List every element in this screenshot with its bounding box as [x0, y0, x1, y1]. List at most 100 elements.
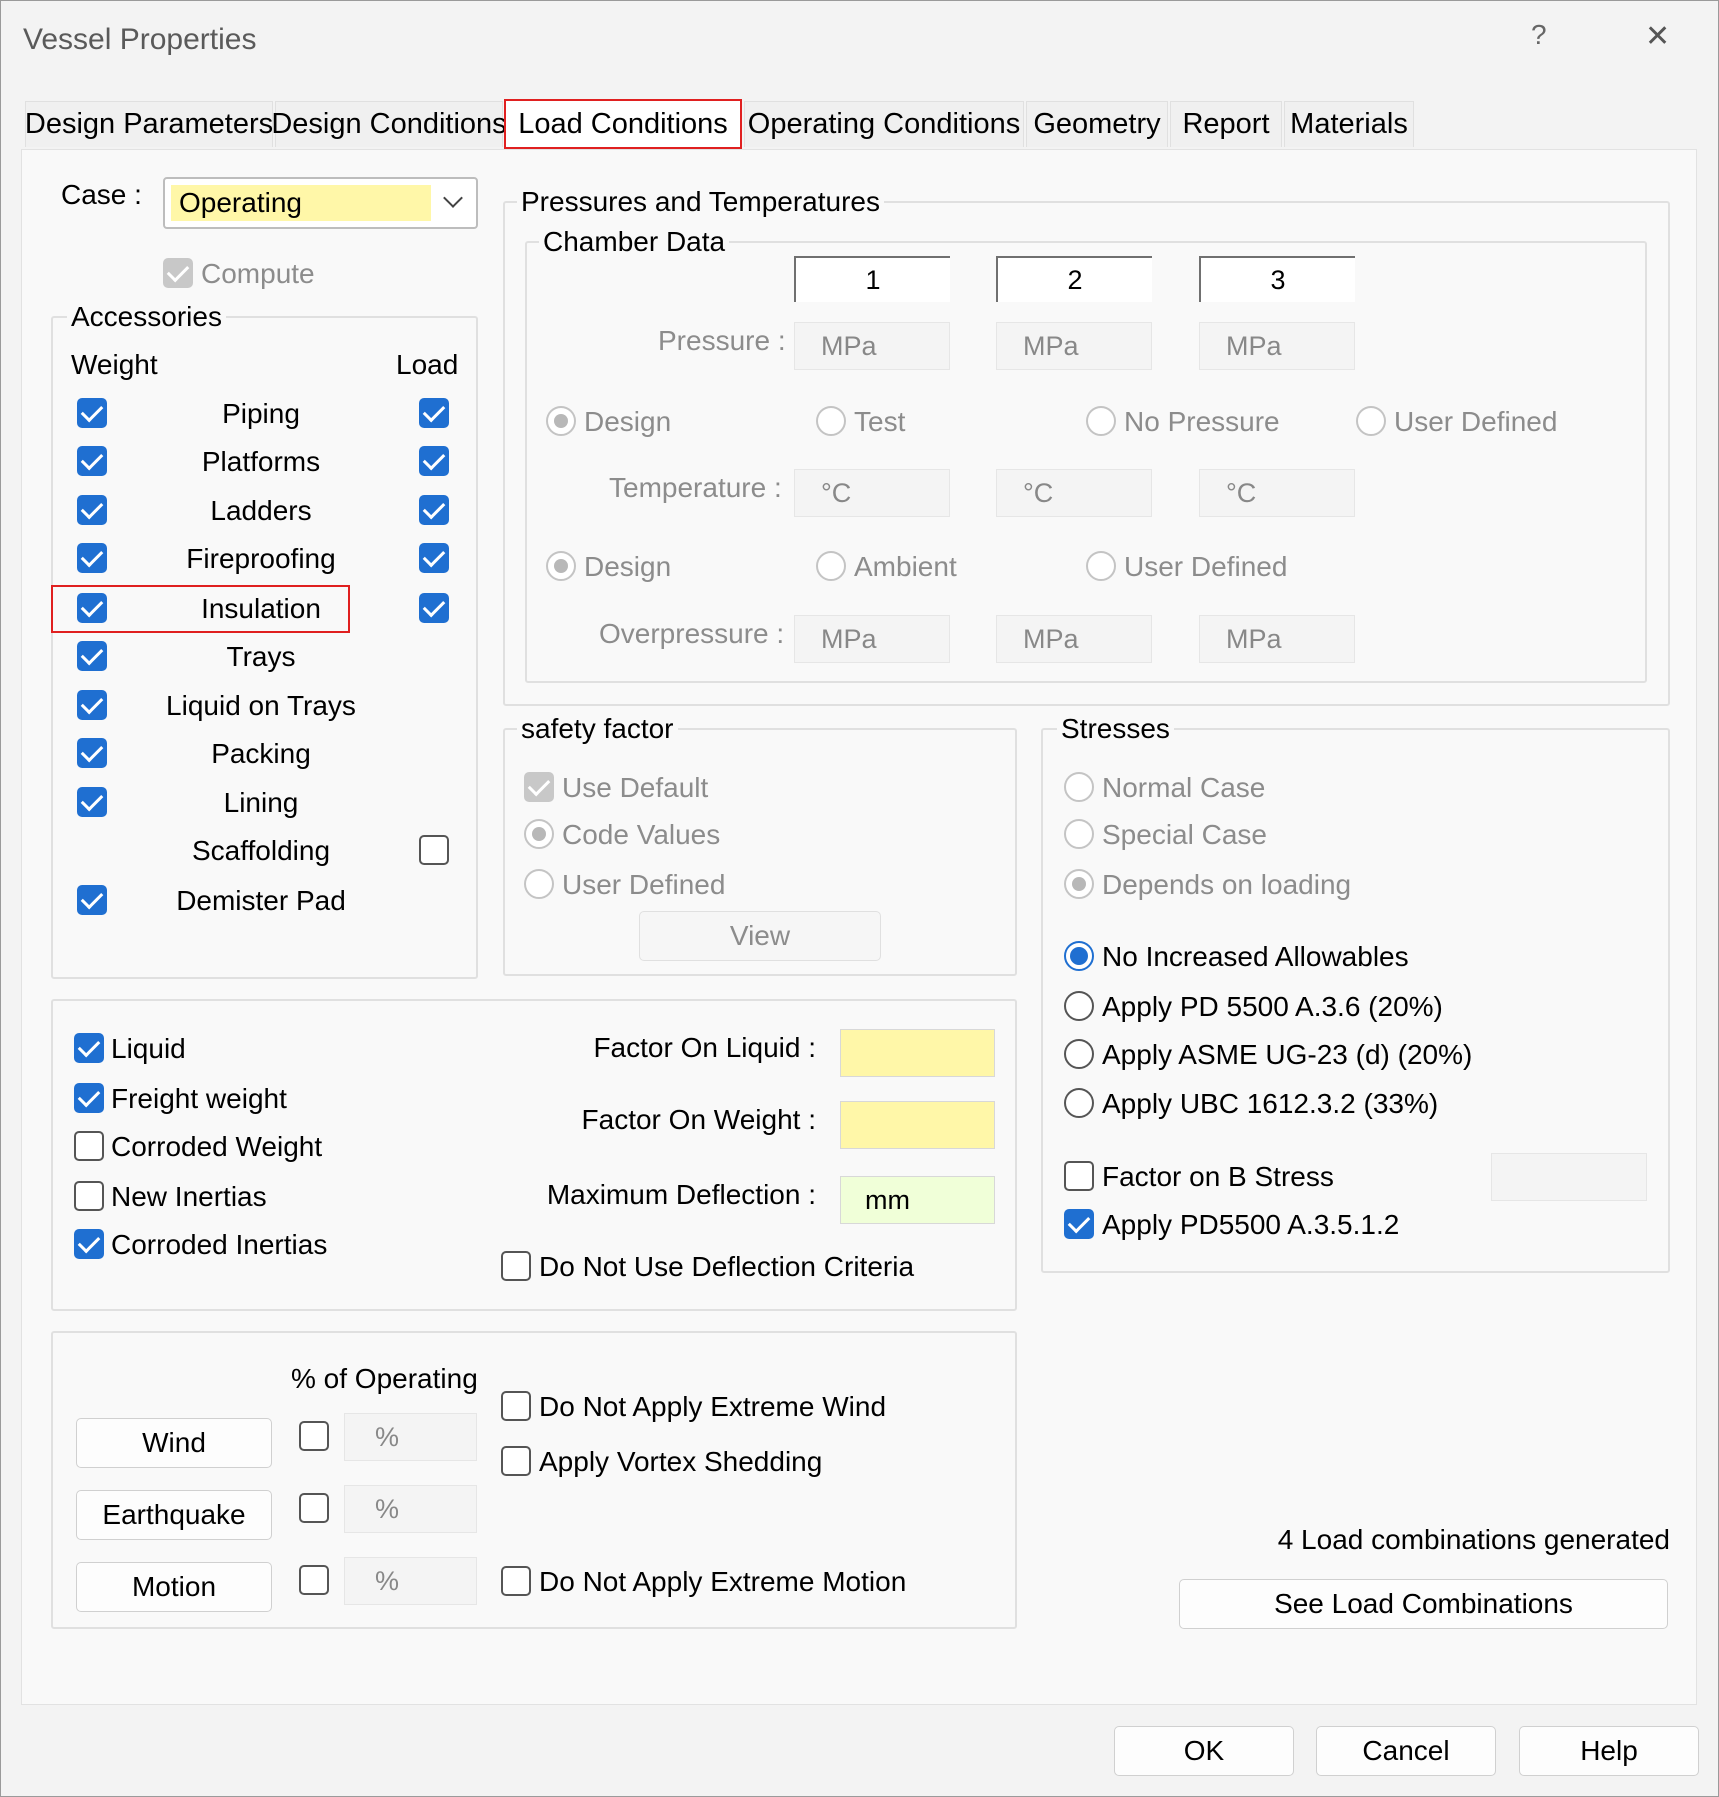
depends-on-loading-radio[interactable]: [1064, 869, 1094, 899]
tab-materials[interactable]: Materials: [1284, 101, 1414, 147]
pressure-3-field[interactable]: MPa: [1199, 322, 1355, 370]
apply-pd5500-checkbox[interactable]: [1064, 1209, 1094, 1239]
tab-design-parameters[interactable]: Design Parameters: [25, 101, 273, 147]
asme-label: Apply ASME UG-23 (d) (20%): [1102, 1039, 1473, 1070]
temperature-user-defined-label: User Defined: [1124, 551, 1288, 582]
new-inertias-checkbox[interactable]: [74, 1181, 104, 1211]
no-extreme-wind-checkbox[interactable]: [501, 1391, 531, 1421]
platforms-load-checkbox[interactable]: [419, 446, 449, 476]
piping-load-checkbox[interactable]: [419, 398, 449, 428]
chamber-1-header: 1: [794, 256, 950, 302]
safety-user-defined-radio[interactable]: [524, 869, 554, 899]
motion-percent-field[interactable]: %: [344, 1557, 477, 1605]
normal-case-radio[interactable]: [1064, 772, 1094, 802]
no-deflection-criteria-checkbox[interactable]: [501, 1251, 531, 1281]
stresses-title: Stresses: [1057, 713, 1174, 745]
scaffolding-load-checkbox[interactable]: [419, 835, 449, 865]
load-combinations-summary: 4 Load combinations generated: [1277, 1524, 1670, 1555]
special-case-radio[interactable]: [1064, 819, 1094, 849]
tab-report[interactable]: Report: [1170, 101, 1282, 147]
compute-checkbox[interactable]: [163, 258, 193, 288]
case-select[interactable]: Operating: [163, 177, 478, 229]
weight-header: Weight: [71, 349, 158, 380]
maximum-deflection-label: Maximum Deflection :: [546, 1179, 816, 1210]
motion-percent-checkbox[interactable]: [299, 1565, 329, 1595]
help-icon[interactable]: ?: [1531, 19, 1547, 51]
wind-percent-checkbox[interactable]: [299, 1421, 329, 1451]
ubc-radio[interactable]: [1064, 1088, 1094, 1118]
vortex-shedding-checkbox[interactable]: [501, 1446, 531, 1476]
normal-case-label: Normal Case: [1102, 772, 1266, 803]
new-inertias-label: New Inertias: [111, 1181, 267, 1212]
ladders-load-checkbox[interactable]: [419, 495, 449, 525]
corroded-weight-checkbox[interactable]: [74, 1131, 104, 1161]
maximum-deflection-field[interactable]: mm: [840, 1176, 995, 1224]
wind-button[interactable]: Wind: [76, 1418, 272, 1468]
pressure-2-field[interactable]: MPa: [996, 322, 1152, 370]
liquid-checkbox[interactable]: [74, 1033, 104, 1063]
window-title: Vessel Properties: [23, 23, 257, 56]
chevron-down-icon: [443, 188, 463, 208]
pressures-title: Pressures and Temperatures: [517, 186, 884, 218]
view-button[interactable]: View: [639, 911, 881, 961]
corroded-inertias-label: Corroded Inertias: [111, 1229, 328, 1260]
vortex-shedding-label: Apply Vortex Shedding: [539, 1446, 823, 1477]
code-values-radio[interactable]: [524, 819, 554, 849]
pressure-design-radio[interactable]: [546, 406, 576, 436]
tab-design-conditions[interactable]: Design Conditions: [271, 101, 507, 147]
overpressure-3-field[interactable]: MPa: [1199, 615, 1355, 663]
safety-factor-title: safety factor: [517, 713, 678, 745]
case-value: Operating: [171, 185, 431, 221]
help-button[interactable]: Help: [1519, 1726, 1699, 1776]
pressure-test-radio[interactable]: [816, 406, 846, 436]
temperature-2-field[interactable]: °C: [996, 469, 1152, 517]
factor-on-liquid-field[interactable]: [840, 1029, 995, 1077]
pressure-design-label: Design: [584, 406, 672, 437]
pd5500-radio[interactable]: [1064, 991, 1094, 1021]
wind-percent-field[interactable]: %: [344, 1413, 477, 1461]
tab-geometry[interactable]: Geometry: [1026, 101, 1168, 147]
chamber-data-title: Chamber Data: [539, 226, 730, 258]
use-default-checkbox[interactable]: [524, 772, 554, 802]
pressure-none-label: No Pressure: [1124, 406, 1280, 437]
factor-on-weight-label: Factor On Weight :: [581, 1104, 816, 1135]
factor-b-stress-checkbox[interactable]: [1064, 1161, 1094, 1191]
no-increased-allowables-radio[interactable]: [1064, 941, 1094, 971]
earthquake-button[interactable]: Earthquake: [76, 1490, 272, 1540]
insulation-load-checkbox[interactable]: [419, 593, 449, 623]
pressure-user-defined-radio[interactable]: [1356, 406, 1386, 436]
no-increased-allowables-label: No Increased Allowables: [1102, 941, 1409, 972]
corroded-inertias-checkbox[interactable]: [74, 1229, 104, 1259]
see-load-combinations-button[interactable]: See Load Combinations: [1179, 1579, 1668, 1629]
temperature-ambient-label: Ambient: [854, 551, 957, 582]
overpressure-2-field[interactable]: MPa: [996, 615, 1152, 663]
percent-of-operating-header: % of Operating: [291, 1363, 478, 1394]
temperature-design-radio[interactable]: [546, 551, 576, 581]
factor-b-stress-field[interactable]: [1491, 1153, 1647, 1201]
earthquake-percent-checkbox[interactable]: [299, 1493, 329, 1523]
temperature-user-defined-radio[interactable]: [1086, 551, 1116, 581]
liquid-label: Liquid: [111, 1033, 186, 1064]
earthquake-percent-field[interactable]: %: [344, 1485, 477, 1533]
chamber-2-header: 2: [996, 256, 1152, 302]
fireproofing-load-checkbox[interactable]: [419, 543, 449, 573]
temperature-ambient-radio[interactable]: [816, 551, 846, 581]
temperature-3-field[interactable]: °C: [1199, 469, 1355, 517]
no-extreme-motion-checkbox[interactable]: [501, 1566, 531, 1596]
factor-on-weight-field[interactable]: [840, 1101, 995, 1149]
temperature-1-field[interactable]: °C: [794, 469, 950, 517]
ok-button[interactable]: OK: [1114, 1726, 1294, 1776]
overpressure-1-field[interactable]: MPa: [794, 615, 950, 663]
pd5500-label: Apply PD 5500 A.3.6 (20%): [1102, 991, 1443, 1022]
asme-radio[interactable]: [1064, 1039, 1094, 1069]
tab-operating-conditions[interactable]: Operating Conditions: [744, 101, 1024, 147]
factor-b-stress-label: Factor on B Stress: [1102, 1161, 1334, 1192]
temperature-design-label: Design: [584, 551, 672, 582]
cancel-button[interactable]: Cancel: [1316, 1726, 1496, 1776]
pressure-none-radio[interactable]: [1086, 406, 1116, 436]
motion-button[interactable]: Motion: [76, 1562, 272, 1612]
tab-load-conditions[interactable]: Load Conditions: [504, 99, 742, 149]
close-icon[interactable]: ✕: [1645, 19, 1670, 54]
freight-weight-checkbox[interactable]: [74, 1083, 104, 1113]
pressure-1-field[interactable]: MPa: [794, 322, 950, 370]
